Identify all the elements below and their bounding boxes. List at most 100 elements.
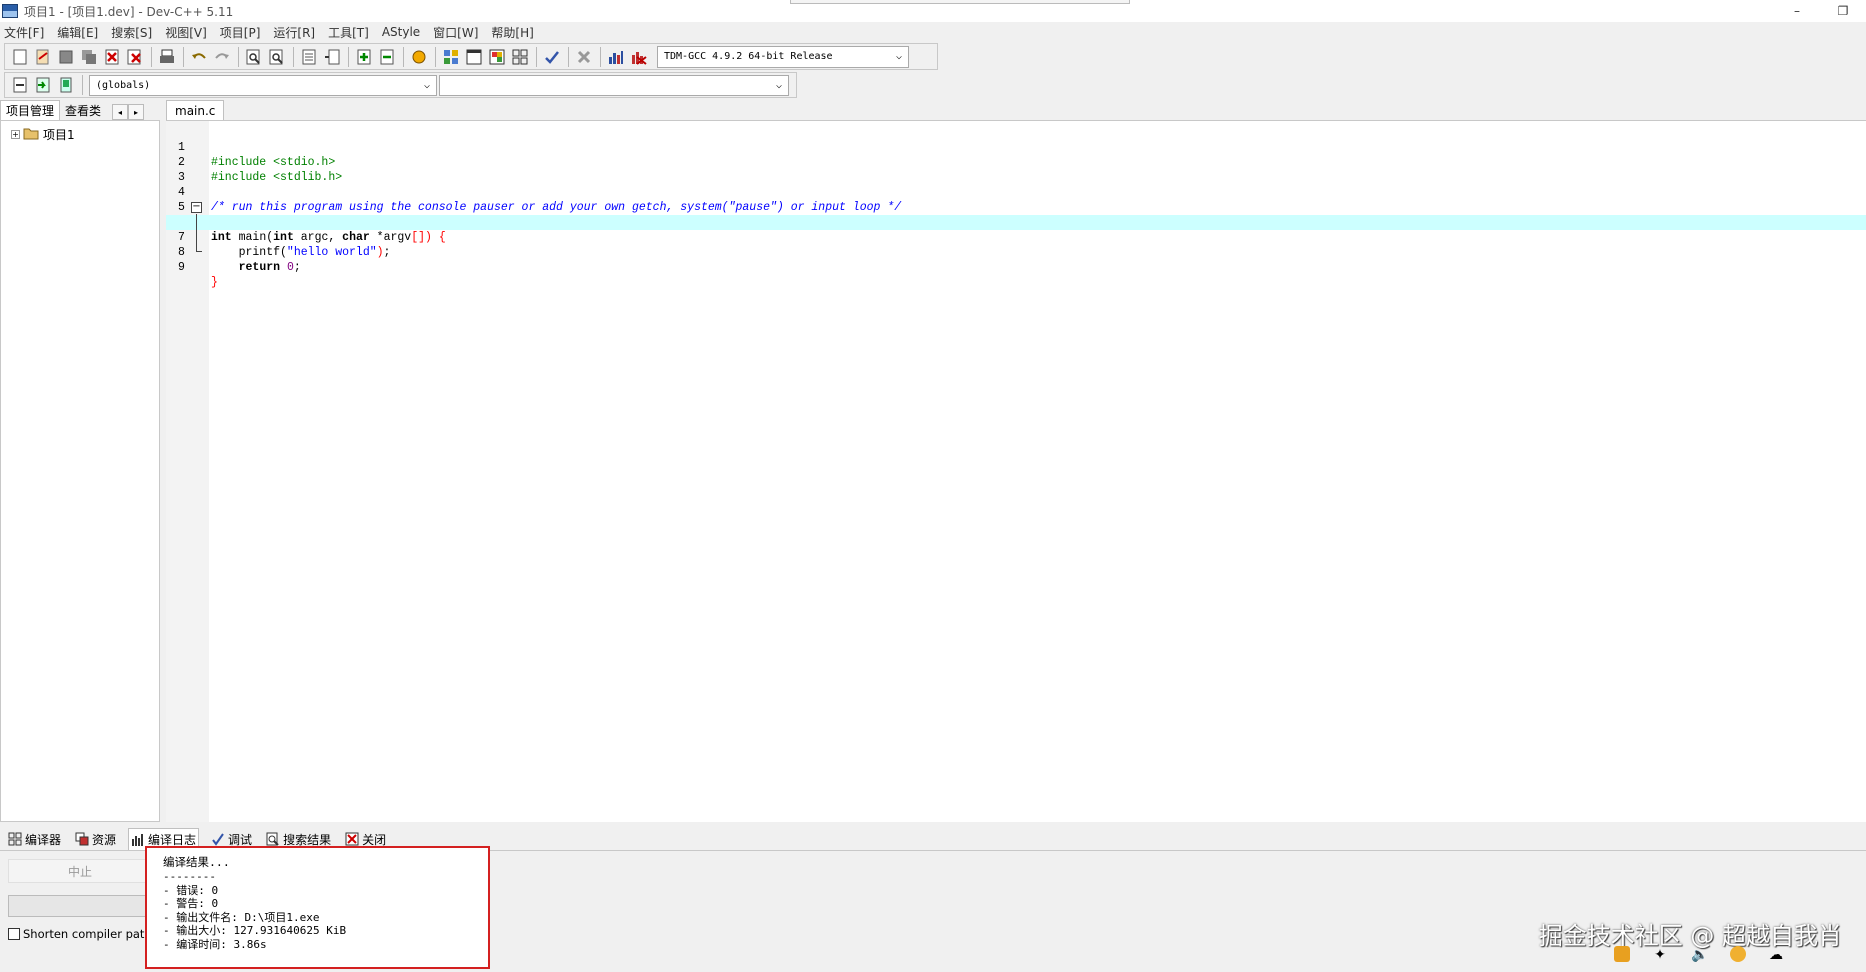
- undo-icon[interactable]: [190, 48, 208, 66]
- toggle-bookmark-icon[interactable]: [34, 76, 52, 94]
- log-line: - 输出文件名: D:\项目1.exe: [163, 910, 320, 924]
- app-tray-icon[interactable]: [1730, 946, 1746, 962]
- shorten-paths-checkbox[interactable]: [8, 928, 20, 940]
- tree-item-project[interactable]: + 项目1: [11, 126, 75, 143]
- log-line: 编译结果...: [163, 855, 230, 869]
- code-line: 4 /* run this program using the console …: [166, 170, 1866, 214]
- save-all-icon[interactable]: [80, 48, 98, 66]
- tab-label: 搜索结果: [283, 832, 332, 847]
- close-icon: [345, 832, 359, 846]
- tree-expander[interactable]: +: [11, 130, 20, 139]
- add-to-project-icon[interactable]: [355, 48, 373, 66]
- compiler-select[interactable]: TDM-GCC 4.9.2 64-bit Release ⌵: [657, 45, 909, 68]
- project-options-icon[interactable]: [410, 48, 428, 66]
- redo-icon[interactable]: [213, 48, 231, 66]
- left-panel-tabs: 项目管理 查看类 ◂ ▸: [0, 100, 160, 120]
- menu-project[interactable]: 项目[P]: [220, 24, 261, 41]
- open-file-icon[interactable]: [34, 48, 52, 66]
- goto-bookmark-icon[interactable]: [57, 76, 75, 94]
- run-icon[interactable]: [465, 48, 483, 66]
- app-icon: [2, 4, 18, 18]
- input-method-icon[interactable]: [1614, 946, 1630, 962]
- tab-label: 资源: [92, 832, 117, 847]
- insert-icon[interactable]: [11, 76, 29, 94]
- compile-icon[interactable]: [442, 48, 460, 66]
- function-select[interactable]: ⌵: [439, 74, 789, 96]
- toolbar-separator: [568, 46, 569, 67]
- scope-select-value: (globals): [96, 79, 151, 91]
- fold-toggle-icon[interactable]: −: [191, 202, 202, 213]
- compiler-select-value: TDM-GCC 4.9.2 64-bit Release: [664, 51, 833, 62]
- restore-button[interactable]: ❐: [1820, 0, 1866, 22]
- compile-run-icon[interactable]: [488, 48, 506, 66]
- chevron-left-icon[interactable]: ◂: [112, 104, 129, 120]
- menu-astyle[interactable]: AStyle: [382, 25, 420, 39]
- indent-icon[interactable]: [323, 48, 341, 66]
- toolbar-separator: [293, 46, 294, 67]
- menu-bar: 文件[F] 编辑[E] 搜索[S] 视图[V] 项目[P] 运行[R] 工具[T…: [0, 22, 1866, 42]
- code-editor[interactable]: 1 #include <stdio.h> 2 #include <stdlib.…: [166, 120, 1866, 822]
- tab-label: 调试: [228, 832, 253, 847]
- dev-cpp-window: 项目1 - [项目1.dev] - Dev-C++ 5.11 – ❐ 文件[F]…: [0, 0, 1866, 972]
- main-toolbar: TDM-GCC 4.9.2 64-bit Release ⌵: [4, 43, 938, 70]
- log-line: --------: [163, 870, 216, 883]
- log-line: - 输出大小: 127.931640625 KiB: [163, 924, 347, 937]
- project-folder-icon: [23, 126, 39, 143]
- tab-label: 关闭: [362, 832, 387, 847]
- menu-search[interactable]: 搜索[S]: [111, 24, 152, 41]
- fold-guide: [196, 214, 197, 251]
- menu-help[interactable]: 帮助[H]: [491, 24, 533, 41]
- editor-tab-main-c[interactable]: main.c: [166, 100, 225, 120]
- abort-button[interactable]: 中止: [8, 859, 152, 883]
- code-line: 3: [166, 155, 1866, 184]
- minimize-button[interactable]: –: [1774, 0, 1820, 22]
- syntax-check-icon[interactable]: [543, 48, 561, 66]
- menu-view[interactable]: 视图[V]: [165, 24, 207, 41]
- chevron-right-icon[interactable]: ▸: [128, 104, 145, 120]
- menu-edit[interactable]: 编辑[E]: [57, 24, 98, 41]
- line-number: 9: [178, 261, 185, 274]
- tab-class-browser[interactable]: 查看类: [60, 100, 106, 120]
- close-file-icon[interactable]: [103, 48, 121, 66]
- remove-from-project-icon[interactable]: [378, 48, 396, 66]
- chevron-down-icon: ⌵: [895, 51, 902, 62]
- pin-icon[interactable]: ✦: [1650, 946, 1670, 964]
- tab-project-manager[interactable]: 项目管理: [0, 100, 61, 120]
- new-file-icon[interactable]: [11, 48, 29, 66]
- close-all-icon[interactable]: [126, 48, 144, 66]
- scope-select[interactable]: (globals) ⌵: [89, 74, 437, 96]
- window-title: 项目1 - [项目1.dev] - Dev-C++ 5.11: [24, 4, 234, 19]
- tab-resources[interactable]: 资源: [73, 828, 118, 850]
- goto-line-icon[interactable]: [300, 48, 318, 66]
- code-line: 9 }: [166, 245, 1866, 289]
- tab-compiler[interactable]: 编译器: [6, 828, 63, 850]
- system-tray: ✦ 🔈 ☁: [1594, 946, 1786, 964]
- chevron-down-icon: ⌵: [775, 79, 782, 91]
- tree-item-label: 项目1: [43, 128, 75, 142]
- profile-icon[interactable]: [607, 48, 625, 66]
- rebuild-icon[interactable]: [511, 48, 529, 66]
- shorten-paths-option[interactable]: Shorten compiler paths: [8, 927, 158, 941]
- log-line: - 编译时间: 3.86s: [163, 937, 267, 951]
- log-line: - 错误: 0: [163, 883, 219, 897]
- window-controls: – ❐: [1774, 0, 1866, 22]
- toolbar-separator: [151, 46, 152, 67]
- project-tree-panel: + 项目1: [0, 120, 160, 822]
- delete-profile-icon[interactable]: [630, 48, 648, 66]
- volume-icon[interactable]: 🔈: [1690, 946, 1710, 964]
- menu-run[interactable]: 运行[R]: [273, 24, 315, 41]
- save-icon[interactable]: [57, 48, 75, 66]
- toolbar-separator: [403, 46, 404, 67]
- menu-file[interactable]: 文件[F]: [4, 24, 44, 41]
- compile-log-panel: 中止 Shorten compiler paths 编译结果... ------…: [0, 846, 1866, 972]
- code-line: 1 #include <stdio.h>: [166, 125, 1866, 169]
- print-icon[interactable]: [158, 48, 176, 66]
- menu-tools[interactable]: 工具[T]: [328, 24, 369, 41]
- replace-icon[interactable]: [268, 48, 286, 66]
- code-line-current: 7 printf("hello world");: [166, 215, 1866, 259]
- stop-execution-icon[interactable]: [575, 48, 593, 66]
- cloud-icon[interactable]: ☁: [1766, 946, 1786, 964]
- find-icon[interactable]: [245, 48, 263, 66]
- code-text: return 0;: [238, 261, 301, 274]
- menu-window[interactable]: 窗口[W]: [433, 24, 478, 41]
